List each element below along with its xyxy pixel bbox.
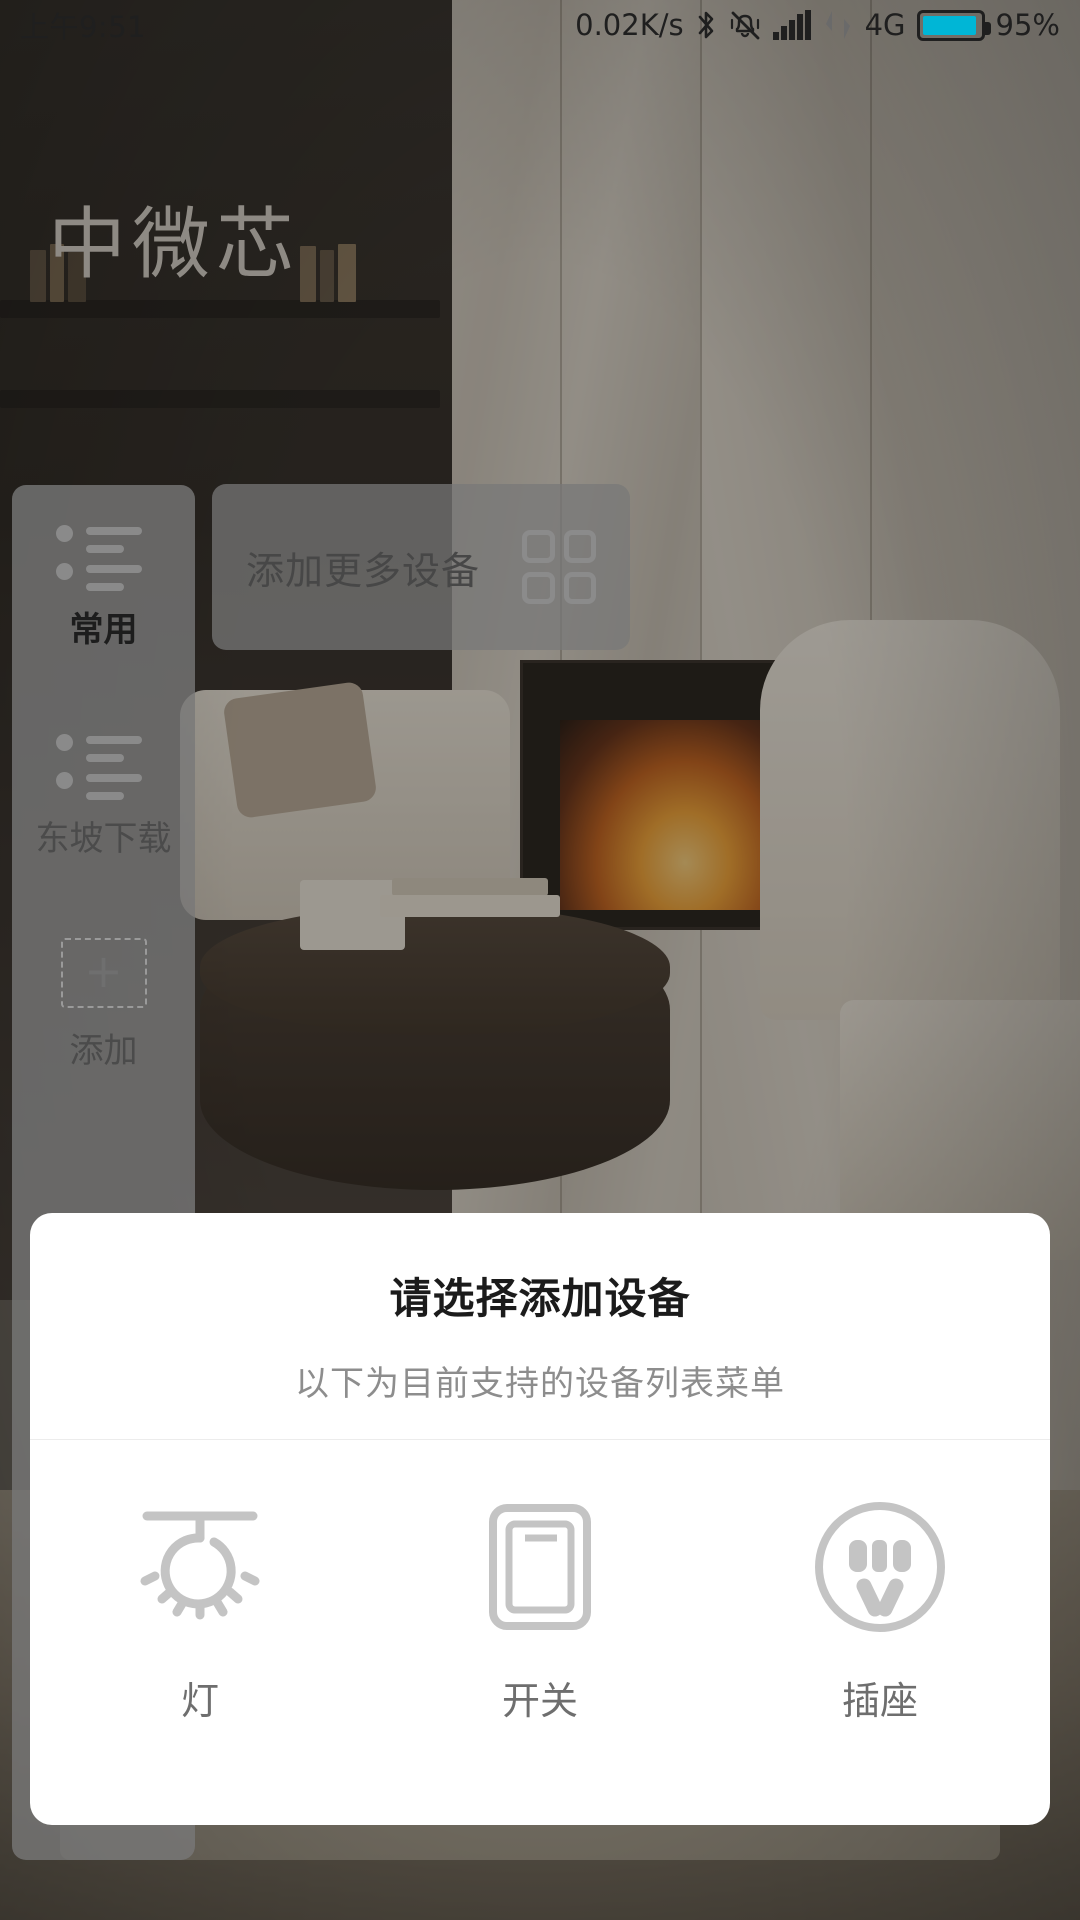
app-title: 中微芯 [48,200,301,290]
battery-icon [916,9,991,41]
power-socket-icon [805,1492,955,1642]
phone-screen: 上午9:51 0.02K/s 4G 95% 中微芯 添加更多设备 常用 东坡下载… [0,0,1080,1920]
bluetooth-icon [695,9,717,41]
plus-box-icon: + [60,938,147,1008]
sidebar-item-label: 东坡下载 [35,818,172,859]
cellular-signal-icon [772,10,811,40]
sheet-subtitle: 以下为目前支持的设备列表菜单 [295,1364,785,1404]
device-options-grid: 灯 开关 插座 [30,1440,1050,1725]
device-option-label: 插座 [841,1679,918,1723]
device-option-switch[interactable]: 开关 [370,1492,710,1725]
sheet-title: 请选择添加设备 [389,1274,691,1323]
device-option-label: 灯 [180,1679,219,1723]
list-icon [55,521,152,591]
network-speed: 0.02K/s [575,8,684,42]
ceiling-light-icon [125,1492,275,1642]
grid-four-squares-icon [522,530,596,604]
add-more-devices-card[interactable]: 添加更多设备 [212,484,630,650]
device-option-light[interactable]: 灯 [30,1492,370,1725]
sidebar-item-changyong[interactable]: 常用 [12,521,195,652]
vibrate-mute-icon [728,9,762,41]
status-bar: 上午9:51 0.02K/s 4G 95% [0,0,1080,50]
wall-switch-icon [465,1492,615,1642]
sidebar-item-add[interactable]: + 添加 [12,938,195,1073]
sidebar-item-dongpo-download[interactable]: 东坡下载 [12,730,195,861]
data-transfer-icon [822,9,854,41]
sheet-header: 请选择添加设备 以下为目前支持的设备列表菜单 [30,1213,1050,1439]
sidebar-item-label: 添加 [69,1031,138,1071]
device-option-label: 开关 [501,1679,578,1723]
add-more-devices-label: 添加更多设备 [246,548,481,593]
device-option-socket[interactable]: 插座 [710,1492,1050,1725]
add-device-sheet: 请选择添加设备 以下为目前支持的设备列表菜单 灯 开关 插座 [30,1213,1050,1825]
sidebar-item-label: 常用 [69,610,138,650]
status-time: 上午9:51 [20,10,147,44]
network-type: 4G [864,8,906,42]
battery-percent: 95% [995,8,1060,42]
list-icon [55,730,152,800]
